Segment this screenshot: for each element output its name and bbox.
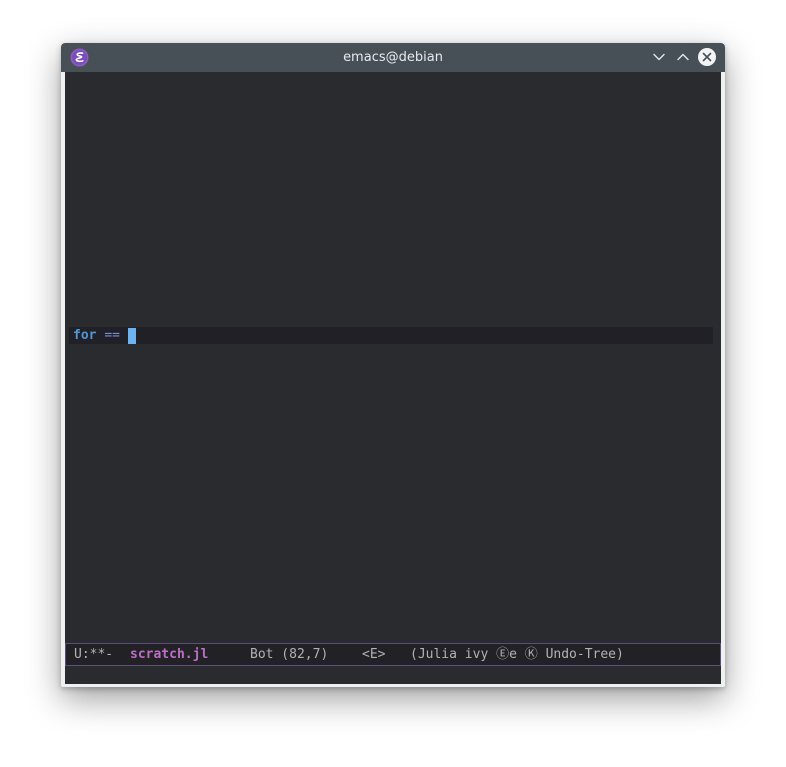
text-cursor (127, 328, 136, 344)
editor-buffer[interactable]: for == (65, 72, 721, 643)
code-keyword: for (73, 328, 97, 343)
code-line[interactable]: for == (73, 327, 136, 344)
window-title: emacs@debian (343, 50, 443, 65)
chevron-up-icon[interactable] (673, 47, 693, 67)
mode-line[interactable]: U:**- scratch.jl Bot (82,7) <E> (Julia i… (65, 643, 721, 666)
emacs-frame: for == U:**- scratch.jl Bot (82,7) <E> (… (65, 72, 721, 684)
current-line-highlight (69, 327, 713, 344)
modeline-buffer-name[interactable]: scratch.jl (130, 644, 208, 665)
minibuffer[interactable] (65, 666, 721, 684)
title-bar[interactable]: emacs@debian (61, 43, 725, 72)
chevron-down-icon[interactable] (649, 47, 669, 67)
close-icon[interactable] (697, 47, 717, 67)
code-operator: == (104, 328, 120, 343)
modeline-evil-state: <E> (362, 647, 386, 662)
modeline-buffer-state: U:**- (74, 647, 114, 662)
modeline-position: Bot (82,7) (250, 647, 329, 662)
modeline-modes[interactable]: (Julia ivy Ⓔe Ⓚ Undo-Tree) (410, 644, 624, 665)
emacs-window: emacs@debian for == U:**- scratch.jl Bot… (61, 43, 725, 687)
